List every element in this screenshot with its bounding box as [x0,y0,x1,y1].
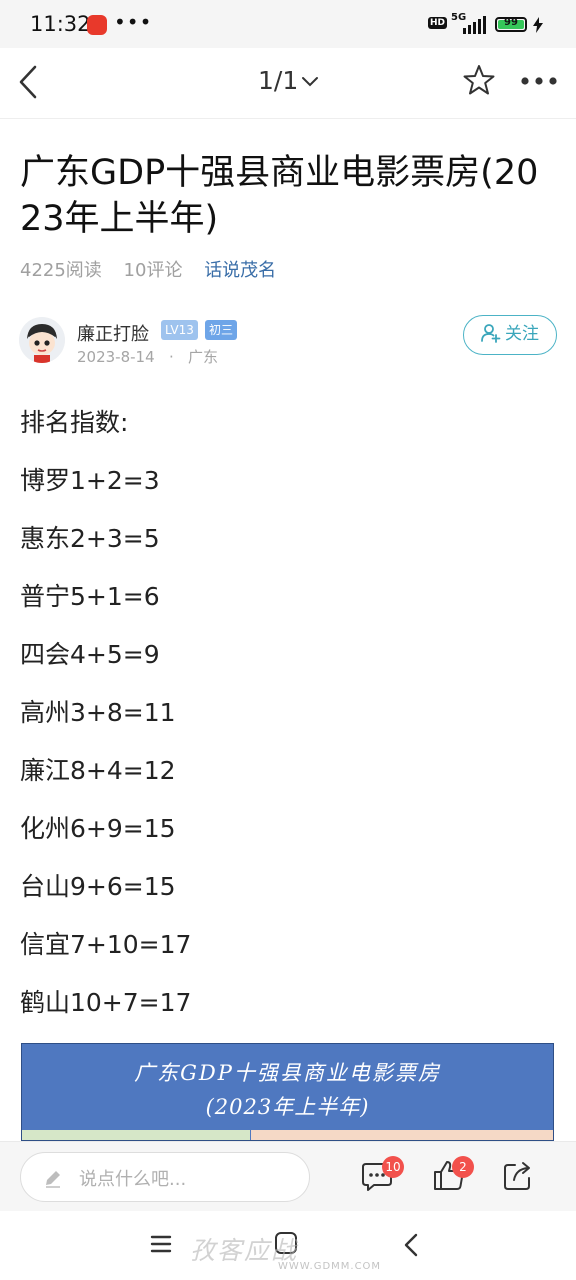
share-button[interactable] [502,1158,534,1196]
signal-icon [463,16,486,34]
share-icon [504,1162,530,1190]
body-line: 鹤山10+7=17 [20,988,192,1017]
status-time: 11:32 [30,12,91,36]
body-line: 博罗1+2=3 [20,466,160,495]
body-line: 惠东2+3=5 [20,524,160,553]
chevron-down-icon [302,77,319,87]
topic-link[interactable]: 话说茂名 [204,260,276,281]
body-line: 化州6+9=15 [20,814,176,843]
follow-button[interactable]: 关注 [463,315,557,355]
body-line: 四会4+5=9 [20,640,160,669]
battery-level: 99 [504,17,518,28]
follow-label: 关注 [505,324,539,344]
meta-separator: · [168,348,174,366]
status-bar: 11:32 ••• HD 5G 99 [0,0,576,48]
favorite-star-icon[interactable] [462,63,496,97]
system-nav-bar: 孜客应战 WWW.GDMM.COM [0,1211,576,1280]
more-notifications-icon: ••• [114,10,153,34]
grade-badge: 初三 [205,320,238,340]
hd-icon: HD [428,17,448,29]
body-line: 普宁5+1=6 [20,582,160,611]
image-title-line1: 广东GDP十强县商业电影票房 [134,1061,441,1085]
level-badge: LV13 [161,320,198,340]
system-back-icon[interactable] [403,1233,419,1257]
comment-placeholder: 说点什么吧... [79,1169,187,1190]
body-line: 信宜7+10=17 [20,930,192,959]
page-indicator[interactable]: 1/1 [258,66,319,95]
author-name[interactable]: 廉正打脸 [77,320,149,346]
article-meta: 4225阅读 10评论 话说茂名 [20,256,292,282]
post-date: 2023-8-14 [77,348,155,366]
watermark-url: WWW.GDMM.COM [278,1261,382,1272]
post-location: 广东 [188,348,219,366]
battery-icon: 99 [495,17,527,32]
body-line: 廉江8+4=12 [20,756,176,785]
body-line: 台山9+6=15 [20,872,176,901]
image-table-header-right [251,1130,553,1140]
top-nav: 1/1 [0,48,576,119]
page-indicator-label: 1/1 [258,66,299,95]
post-info: 2023-8-14 · 广东 [77,346,218,367]
body-line: 排名指数: [20,408,129,437]
like-count-badge: 2 [452,1156,474,1178]
comment-count-badge: 10 [382,1156,404,1178]
article-image[interactable]: 广东GDP十强县商业电影票房 (2023年上半年) [21,1043,554,1141]
recent-apps-icon[interactable] [150,1233,172,1255]
body-line: 高州3+8=11 [20,698,176,727]
app-notification-icon [87,15,107,35]
avatar[interactable] [19,317,65,363]
image-table-header-left [22,1130,250,1140]
comment-input[interactable]: 说点什么吧... [20,1152,310,1202]
more-options-icon[interactable] [520,76,558,86]
comment-button[interactable]: 10 [360,1156,404,1196]
add-user-icon [481,323,501,343]
image-title-line2: (2023年上半年) [205,1095,370,1119]
bottom-action-bar: 说点什么吧... 10 2 [0,1141,576,1212]
article-title: 广东GDP十强县商业电影票房(2023年上半年) [20,153,539,239]
avatar-image [19,317,65,363]
read-count: 4225阅读 [20,260,102,281]
article-body: 排名指数: 博罗1+2=3 惠东2+3=5 普宁5+1=6 四会4+5=9 高州… [20,394,191,1032]
comment-count-text: 10评论 [123,260,183,281]
pencil-icon [46,1171,60,1188]
like-button[interactable]: 2 [432,1156,474,1196]
back-icon[interactable] [16,64,40,100]
charging-icon [533,17,543,33]
